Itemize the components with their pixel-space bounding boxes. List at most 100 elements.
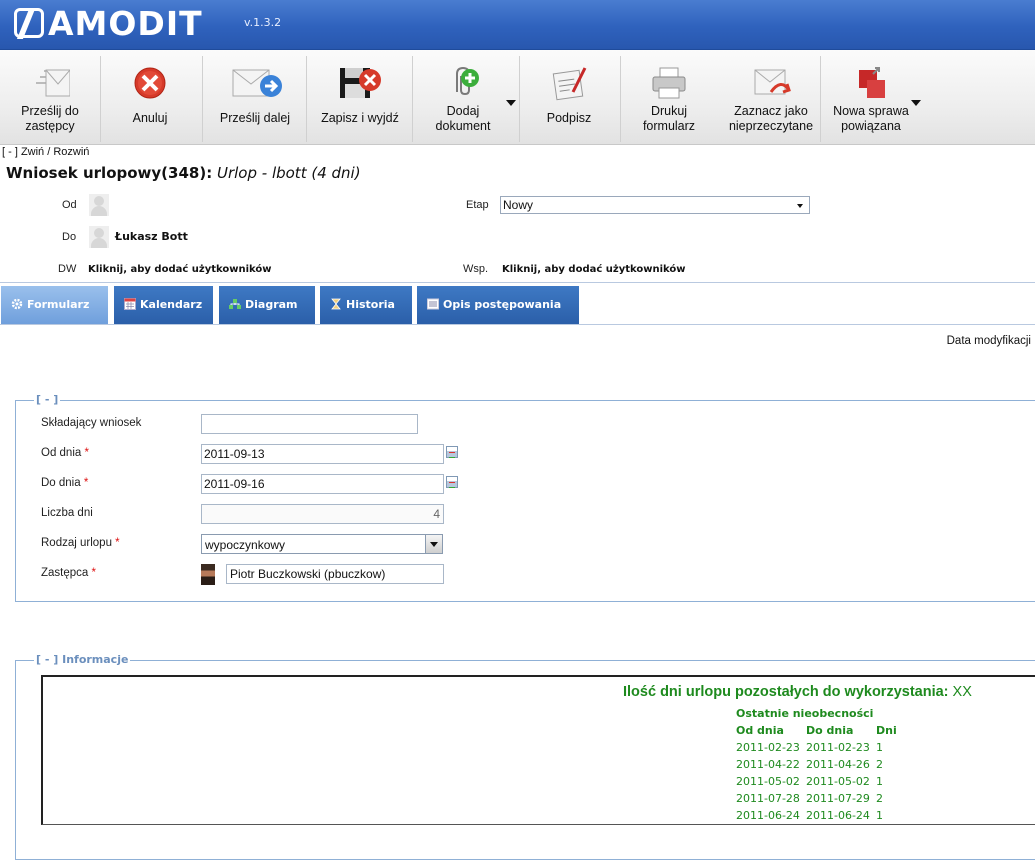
toolbar-label: dokument xyxy=(435,119,491,133)
toolbar-label: Nowa sprawa xyxy=(833,104,909,118)
toolbar-divider xyxy=(306,56,307,142)
app-version: v.1.3.2 xyxy=(244,16,282,29)
required-mark: * xyxy=(83,477,89,489)
substitute-label: Zastępca * xyxy=(41,567,96,579)
forward-to-substitute-button[interactable]: Prześlij do zastępcy xyxy=(8,50,92,145)
from-date-field[interactable]: 2011-09-13 xyxy=(201,444,444,464)
form-fieldset: [ - ] xyxy=(15,393,1035,602)
toolbar-label: formularz xyxy=(642,119,696,133)
chevron-down-icon[interactable] xyxy=(911,100,921,106)
applicant-field[interactable] xyxy=(201,414,418,434)
absence-days: 1 xyxy=(876,741,883,754)
collaborators-label: Wsp. xyxy=(463,263,489,275)
add-document-button[interactable]: Dodaj dokument xyxy=(418,50,516,145)
divider xyxy=(0,282,1035,283)
toolbar-divider xyxy=(620,56,621,142)
leave-type-label: Rodzaj urlopu * xyxy=(41,537,120,549)
related-case-icon xyxy=(859,67,885,98)
stage-label: Etap xyxy=(466,199,489,211)
hourglass-icon xyxy=(331,298,341,310)
tab-opis-postepowania[interactable]: Opis postępowania xyxy=(417,286,579,324)
forward-mail-icon xyxy=(232,69,282,97)
tab-label: Opis postępowania xyxy=(443,298,562,311)
amodit-logo-icon xyxy=(14,8,44,38)
to-label: Do xyxy=(62,231,77,243)
leave-type-label-text: Rodzaj urlopu xyxy=(41,537,112,549)
remaining-days-value: XX xyxy=(952,684,972,700)
tab-underline xyxy=(0,324,1035,325)
cancel-button[interactable]: Anuluj xyxy=(108,50,192,145)
mark-unread-icon xyxy=(754,69,791,95)
case-subtitle: Urlop - lbott (4 dni) xyxy=(216,164,361,182)
stage-value: Nowy xyxy=(503,198,534,212)
collapse-toggle[interactable]: [ - ] Zwiń / Rozwiń xyxy=(2,146,89,158)
tab-formularz[interactable]: Formularz xyxy=(1,286,108,324)
cc-add-users-link[interactable]: Kliknij, aby dodać użytkowników xyxy=(88,264,272,275)
tab-label: Historia xyxy=(346,298,395,311)
toolbar-label: Prześlij dalej xyxy=(219,111,291,125)
toolbar-label: nieprzeczytane xyxy=(728,119,814,133)
to-date-field[interactable]: 2011-09-16 xyxy=(201,474,444,494)
toolbar-label: Zapisz i wyjdź xyxy=(321,111,399,125)
form-fieldset-toggle[interactable]: [ - ] xyxy=(34,393,61,406)
absence-to: 2011-05-02 xyxy=(806,775,870,788)
toolbar-divider xyxy=(820,56,821,142)
column-header: Do dnia xyxy=(806,724,854,737)
required-mark: * xyxy=(91,567,96,579)
toolbar-divider xyxy=(412,56,413,142)
stage-select[interactable]: Nowy xyxy=(500,196,810,214)
absence-days: 2 xyxy=(876,792,883,805)
tab-label: Formularz xyxy=(27,298,90,311)
tab-label: Kalendarz xyxy=(140,298,203,311)
add-attachment-icon xyxy=(456,66,479,96)
absence-from: 2011-05-02 xyxy=(736,775,800,788)
required-mark: * xyxy=(115,537,120,549)
collaborators-add-users-link[interactable]: Kliknij, aby dodać użytkowników xyxy=(502,264,686,275)
remaining-days-title: Ilość dni urlopu pozostałych do wykorzys… xyxy=(623,684,972,700)
printer-icon xyxy=(652,67,686,99)
print-form-button[interactable]: Drukuj formularz xyxy=(626,50,712,145)
tab-kalendarz[interactable]: Kalendarz xyxy=(114,286,213,324)
from-label: Od xyxy=(62,199,77,211)
chevron-down-icon[interactable] xyxy=(506,100,516,106)
save-exit-icon xyxy=(340,68,381,98)
sign-button[interactable]: Podpisz xyxy=(526,50,612,145)
cancel-icon xyxy=(134,67,166,99)
toolbar-divider xyxy=(519,56,520,142)
leave-type-value: wypoczynkowy xyxy=(205,538,286,552)
substitute-avatar xyxy=(201,564,215,585)
tab-historia[interactable]: Historia xyxy=(320,286,412,324)
absence-days: 2 xyxy=(876,758,883,771)
days-count-label: Liczba dni xyxy=(41,507,93,519)
mark-unread-button[interactable]: Zaznacz jako nieprzeczytane xyxy=(724,50,818,145)
to-date-label-text: Do dnia xyxy=(41,477,81,489)
column-header: Od dnia xyxy=(736,724,784,737)
calendar-icon xyxy=(124,298,136,310)
to-user[interactable]: Łukasz Bott xyxy=(115,230,188,243)
info-fieldset-toggle[interactable]: [ - ] Informacje xyxy=(34,653,131,666)
forward-button[interactable]: Prześlij dalej xyxy=(210,50,300,145)
required-mark: * xyxy=(84,447,89,459)
new-related-case-button[interactable]: Nowa sprawa powiązana xyxy=(826,50,921,145)
toolbar-label: Podpisz xyxy=(546,111,592,125)
avatar-icon xyxy=(89,194,109,216)
toolbar-label: Dodaj xyxy=(446,104,480,118)
app-logo-text: AMODIT xyxy=(48,4,203,43)
absence-from: 2011-02-23 xyxy=(736,741,800,754)
list-icon xyxy=(427,298,439,310)
tab-diagram[interactable]: Diagram xyxy=(219,286,315,324)
save-and-exit-button[interactable]: Zapisz i wyjdź xyxy=(312,50,408,145)
modification-date-label: Data modyfikacji xyxy=(946,335,1031,347)
toolbar-label: Zaznacz jako xyxy=(734,104,808,118)
substitute-field[interactable]: Piotr Buczkowski (pbuczkow) xyxy=(226,564,444,584)
absence-to: 2011-04-26 xyxy=(806,758,870,771)
toolbar-label: Prześlij do xyxy=(21,104,79,118)
calendar-icon[interactable] xyxy=(446,476,458,488)
diagram-icon xyxy=(229,299,241,309)
calendar-icon[interactable] xyxy=(446,446,458,458)
substitute-label-text: Zastępca xyxy=(41,567,89,579)
applicant-label: Składający wniosek xyxy=(41,417,142,429)
toolbar-divider xyxy=(100,56,101,142)
leave-type-select[interactable]: wypoczynkowy xyxy=(201,534,443,554)
avatar-icon xyxy=(89,226,109,248)
